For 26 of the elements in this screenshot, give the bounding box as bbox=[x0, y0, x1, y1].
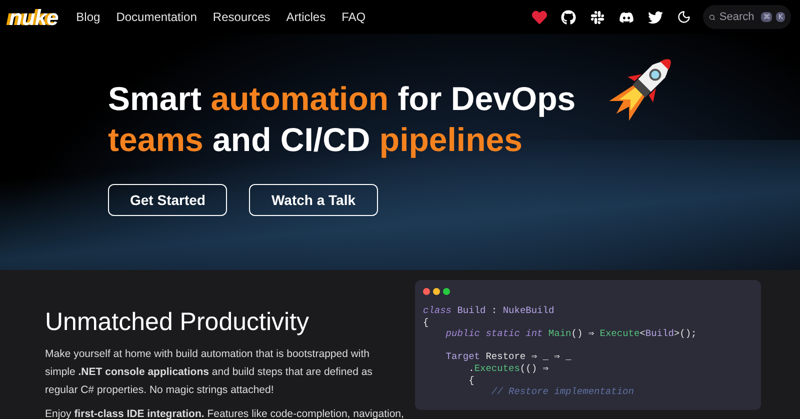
nav-link[interactable]: Resources bbox=[212, 8, 270, 26]
code-line: // Restore implementation bbox=[490, 386, 634, 398]
nav-link[interactable]: Articles bbox=[286, 8, 326, 26]
nav-link[interactable]: FAQ bbox=[342, 8, 366, 26]
code-line: Target Restore ⇒ _ ⇒ _ bbox=[444, 351, 572, 363]
discord-icon[interactable] bbox=[619, 10, 634, 24]
code-line: { bbox=[423, 316, 429, 328]
section-paragraph: Enjoy first-class IDE integration. Features like code-completion, navigation, bbox=[45, 407, 404, 419]
github-icon[interactable] bbox=[561, 10, 576, 24]
nav-link[interactable]: Blog bbox=[76, 8, 100, 26]
heart-icon[interactable] bbox=[532, 10, 547, 24]
section-paragraph: Make yourself at home with build automation that is bootstrapped with simple .NET console applications and build steps that are defined as regular C# properties. No magic strings attached! bbox=[45, 347, 374, 398]
code-line: .Executes(() ⇒ bbox=[468, 362, 548, 375]
nav-link[interactable]: Documentation bbox=[116, 8, 197, 26]
hero-button[interactable]: Get Started bbox=[108, 184, 228, 216]
code-line: class Build : NukeBuild bbox=[423, 305, 554, 317]
logo[interactable]: nuke bbox=[9, 0, 58, 34]
search-input[interactable]: Search bbox=[719, 8, 758, 26]
slack-icon[interactable] bbox=[590, 10, 605, 24]
twitter-icon[interactable] bbox=[648, 10, 663, 24]
hero-button[interactable]: Watch a Talk bbox=[249, 184, 378, 216]
code-line: { bbox=[468, 374, 474, 386]
dark-mode-icon[interactable] bbox=[677, 10, 691, 24]
code-line: public static int Main() ⇒ Execute<Build>(); bbox=[444, 328, 697, 340]
hero-title: Smart automation for DevOps teams and CI/CD pipelines bbox=[108, 79, 576, 160]
section-heading: Unmatched Productivity bbox=[45, 307, 310, 337]
